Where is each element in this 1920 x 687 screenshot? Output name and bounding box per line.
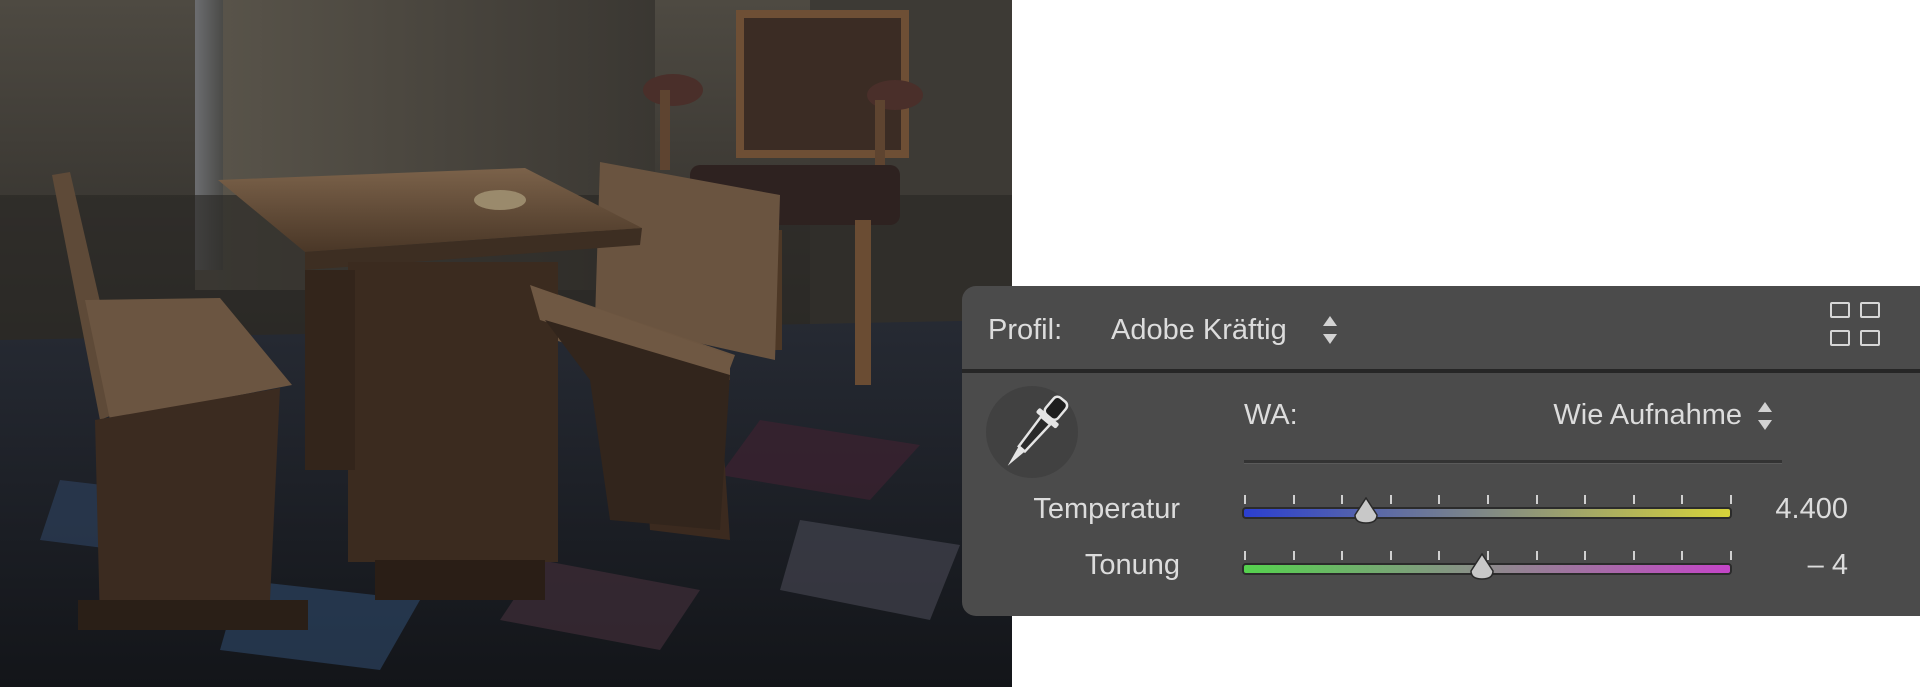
wb-label: WA: (1244, 399, 1298, 431)
slider-tick (1584, 495, 1587, 504)
slider-tick (1487, 495, 1489, 504)
develop-panel: Profil: Adobe Kräftig WA: Wie Aufnahme T… (962, 286, 1920, 616)
eyedropper-button[interactable] (986, 386, 1078, 478)
profile-updown-arrows-icon[interactable] (1322, 316, 1338, 344)
slider-tick (1584, 551, 1587, 560)
wb-dropdown[interactable]: Wie Aufnahme (1522, 398, 1742, 432)
profile-dropdown[interactable]: Adobe Kräftig (1111, 313, 1287, 347)
slider-tick (1487, 551, 1489, 560)
slider-tick (1292, 551, 1295, 560)
temperature-slider-thumb[interactable] (1352, 497, 1380, 525)
wb-separator (1244, 460, 1782, 464)
slider-tick (1389, 551, 1392, 560)
slider-tick (1438, 551, 1441, 560)
slider-tick (1681, 551, 1684, 560)
slider-tick (1244, 495, 1246, 504)
slider-tick (1244, 551, 1246, 560)
temperature-track[interactable] (1242, 507, 1732, 519)
tint-value[interactable]: – 4 (1722, 548, 1848, 582)
slider-tick (1341, 495, 1344, 504)
photo-image (0, 0, 1012, 687)
slider-tick (1535, 551, 1538, 560)
slider-tick (1730, 495, 1732, 504)
profile-label: Profil: (988, 314, 1063, 346)
slider-tick (1389, 495, 1392, 504)
slider-tick (1438, 495, 1441, 504)
slider-tick (1632, 551, 1635, 560)
profile-browser-grid-icon[interactable] (1830, 302, 1888, 352)
slider-tick (1341, 551, 1344, 560)
panel-divider (962, 369, 1920, 373)
temperature-value[interactable]: 4.400 (1722, 492, 1848, 526)
eyedropper-icon (1007, 395, 1069, 466)
slider-tick (1632, 495, 1635, 504)
slider-tick (1535, 495, 1538, 504)
tint-slider-thumb[interactable] (1468, 553, 1496, 581)
slider-tick (1292, 495, 1295, 504)
temperature-label: Temperatur (1033, 493, 1180, 525)
slider-tick (1681, 495, 1684, 504)
wb-updown-arrows-icon[interactable] (1757, 402, 1773, 430)
photo (0, 0, 1012, 687)
tint-label: Tonung (1084, 549, 1180, 581)
slider-tick (1730, 551, 1732, 560)
